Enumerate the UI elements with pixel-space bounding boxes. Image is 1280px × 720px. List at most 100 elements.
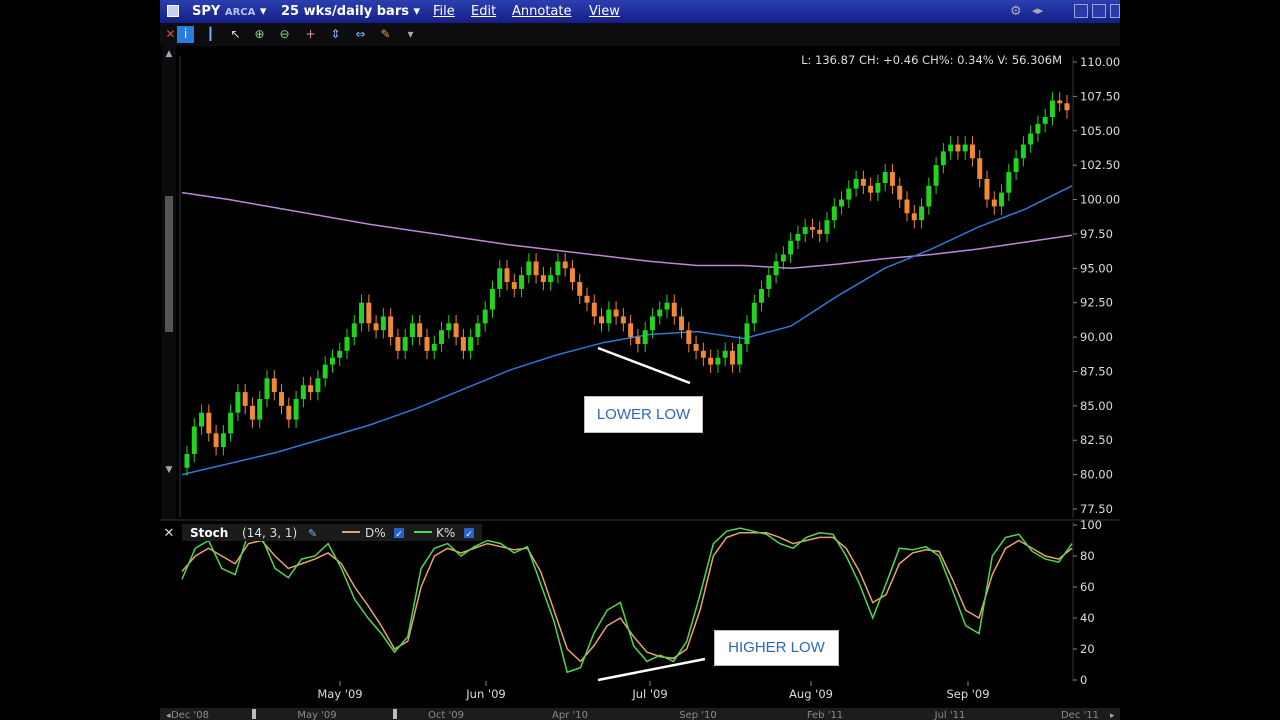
candle-body (969, 144, 975, 159)
scroll-down-icon[interactable]: ▼ (166, 465, 173, 475)
candle-body (729, 350, 735, 365)
range-handle-right[interactable] (393, 709, 397, 719)
period-dropdown[interactable]: 25 wks/daily bars ▾ (281, 4, 420, 19)
candle-body (649, 316, 655, 331)
candle-body (380, 316, 386, 331)
crosshair-icon[interactable]: + (302, 26, 319, 43)
candle-body (555, 261, 561, 276)
candle-body (475, 323, 481, 338)
candle-body (824, 220, 830, 234)
candle-body (940, 151, 946, 166)
candle-body (1049, 100, 1055, 118)
candle-body (642, 330, 648, 344)
pin-icon[interactable]: ◂▸ (1032, 4, 1043, 17)
higher-low-label: HIGHER LOW (714, 630, 839, 666)
candle-body (329, 357, 335, 365)
range-handle-left[interactable] (252, 709, 256, 719)
minimize-button[interactable] (1074, 4, 1088, 18)
candle-body (984, 178, 990, 200)
stoch-name: Stoch (190, 526, 228, 540)
candle-body (533, 261, 539, 276)
candle-body (1064, 103, 1070, 111)
price-tick-label: 100.00 (1080, 193, 1120, 207)
candle-body (213, 433, 219, 448)
candle-body (1035, 123, 1041, 134)
scroll-right-icon[interactable]: ▸ (1110, 711, 1115, 720)
candle-body (562, 261, 568, 269)
price-tick-label: 77.50 (1080, 502, 1113, 516)
menu-edit[interactable]: Edit (471, 4, 496, 19)
scroll-left-icon[interactable]: ◂ (166, 711, 171, 720)
candle-body (875, 183, 881, 193)
candle-body (249, 405, 255, 420)
candle-body (933, 165, 939, 186)
candle-body (780, 254, 786, 262)
candle-body (955, 144, 961, 152)
candle-body (722, 350, 728, 358)
lower-low-label: LOWER LOW (584, 396, 703, 433)
time-tick-label: May '09 (317, 687, 362, 701)
candle-body (744, 323, 750, 344)
candle-body (751, 302, 757, 324)
candle-body (766, 275, 772, 289)
info-icon[interactable]: i (177, 26, 194, 43)
candle-body (948, 144, 954, 152)
candle-body (359, 302, 365, 324)
candle-body (271, 378, 277, 393)
candle-body (817, 229, 823, 234)
price-tick-label: 90.00 (1080, 330, 1113, 344)
maximize-button[interactable] (1092, 4, 1106, 18)
candle-body (860, 178, 866, 186)
candle-body (657, 309, 663, 317)
candle-body (606, 309, 612, 324)
candle-body (868, 185, 874, 193)
candle-body (300, 385, 306, 399)
candle-body (773, 261, 779, 276)
stoch-tick-label: 20 (1080, 642, 1095, 656)
menu-annotate[interactable]: Annotate (512, 4, 571, 19)
overview-label: Dec '08 (171, 710, 209, 720)
candle-body (991, 199, 997, 207)
vertical-scroll-thumb[interactable] (165, 196, 173, 332)
zoom-out-icon[interactable]: ⊖ (276, 26, 293, 43)
scroll-up-icon[interactable]: ▲ (166, 49, 173, 59)
close-indicator-icon[interactable]: ✕ (164, 526, 175, 541)
candle-body (489, 288, 495, 310)
price-tick-label: 97.50 (1080, 227, 1113, 241)
edit-params-icon[interactable]: ✎ (308, 527, 317, 540)
candle-body (526, 261, 532, 276)
candle-body (220, 433, 226, 448)
close-button[interactable] (1110, 4, 1120, 18)
candle-body (671, 302, 677, 317)
price-chart[interactable]: ▲ ▼ ✕ L: 136.87 CH: +0.46 CH%: 0.34% V: … (160, 46, 1120, 720)
k-check-icon: ✓ (465, 530, 473, 540)
link-icon[interactable]: ⚙ (1010, 4, 1022, 19)
menu-view[interactable]: View (589, 4, 620, 19)
candle-body (846, 188, 852, 200)
bar-style-icon[interactable]: ┃ (202, 26, 219, 43)
stoch-tick-label: 40 (1080, 611, 1095, 625)
candle-body (366, 302, 372, 324)
menu-file[interactable]: File (433, 4, 455, 19)
symbol-dropdown[interactable]: SPY ARCA ▾ (192, 4, 266, 19)
stoch-tick-label: 100 (1080, 518, 1102, 532)
fit-vertical-icon[interactable]: ⇕ (327, 26, 344, 43)
price-tick-label: 102.50 (1080, 158, 1120, 172)
pointer-icon[interactable]: ↖ (227, 26, 244, 43)
zoom-in-icon[interactable]: ⊕ (251, 26, 268, 43)
fit-horizontal-icon[interactable]: ⇔ (352, 26, 369, 43)
candle-body (548, 275, 554, 283)
tools-icon[interactable]: ✎ (377, 26, 394, 43)
candle-body (809, 227, 815, 230)
candle-body (388, 316, 394, 338)
candle-body (497, 268, 503, 289)
candle-body (919, 206, 925, 221)
candle-body (584, 295, 590, 303)
more-dropdown-icon[interactable]: ▾ (402, 26, 419, 43)
candle-body (482, 309, 488, 324)
candle-body (228, 412, 234, 434)
candle-body (264, 378, 270, 399)
chart-toolbar: ✕ i ┃ ↖ ⊕ ⊖ + ⇕ ⇔ ✎ ▾ (160, 23, 1120, 47)
candle-body (715, 357, 721, 365)
candle-body (191, 426, 197, 454)
